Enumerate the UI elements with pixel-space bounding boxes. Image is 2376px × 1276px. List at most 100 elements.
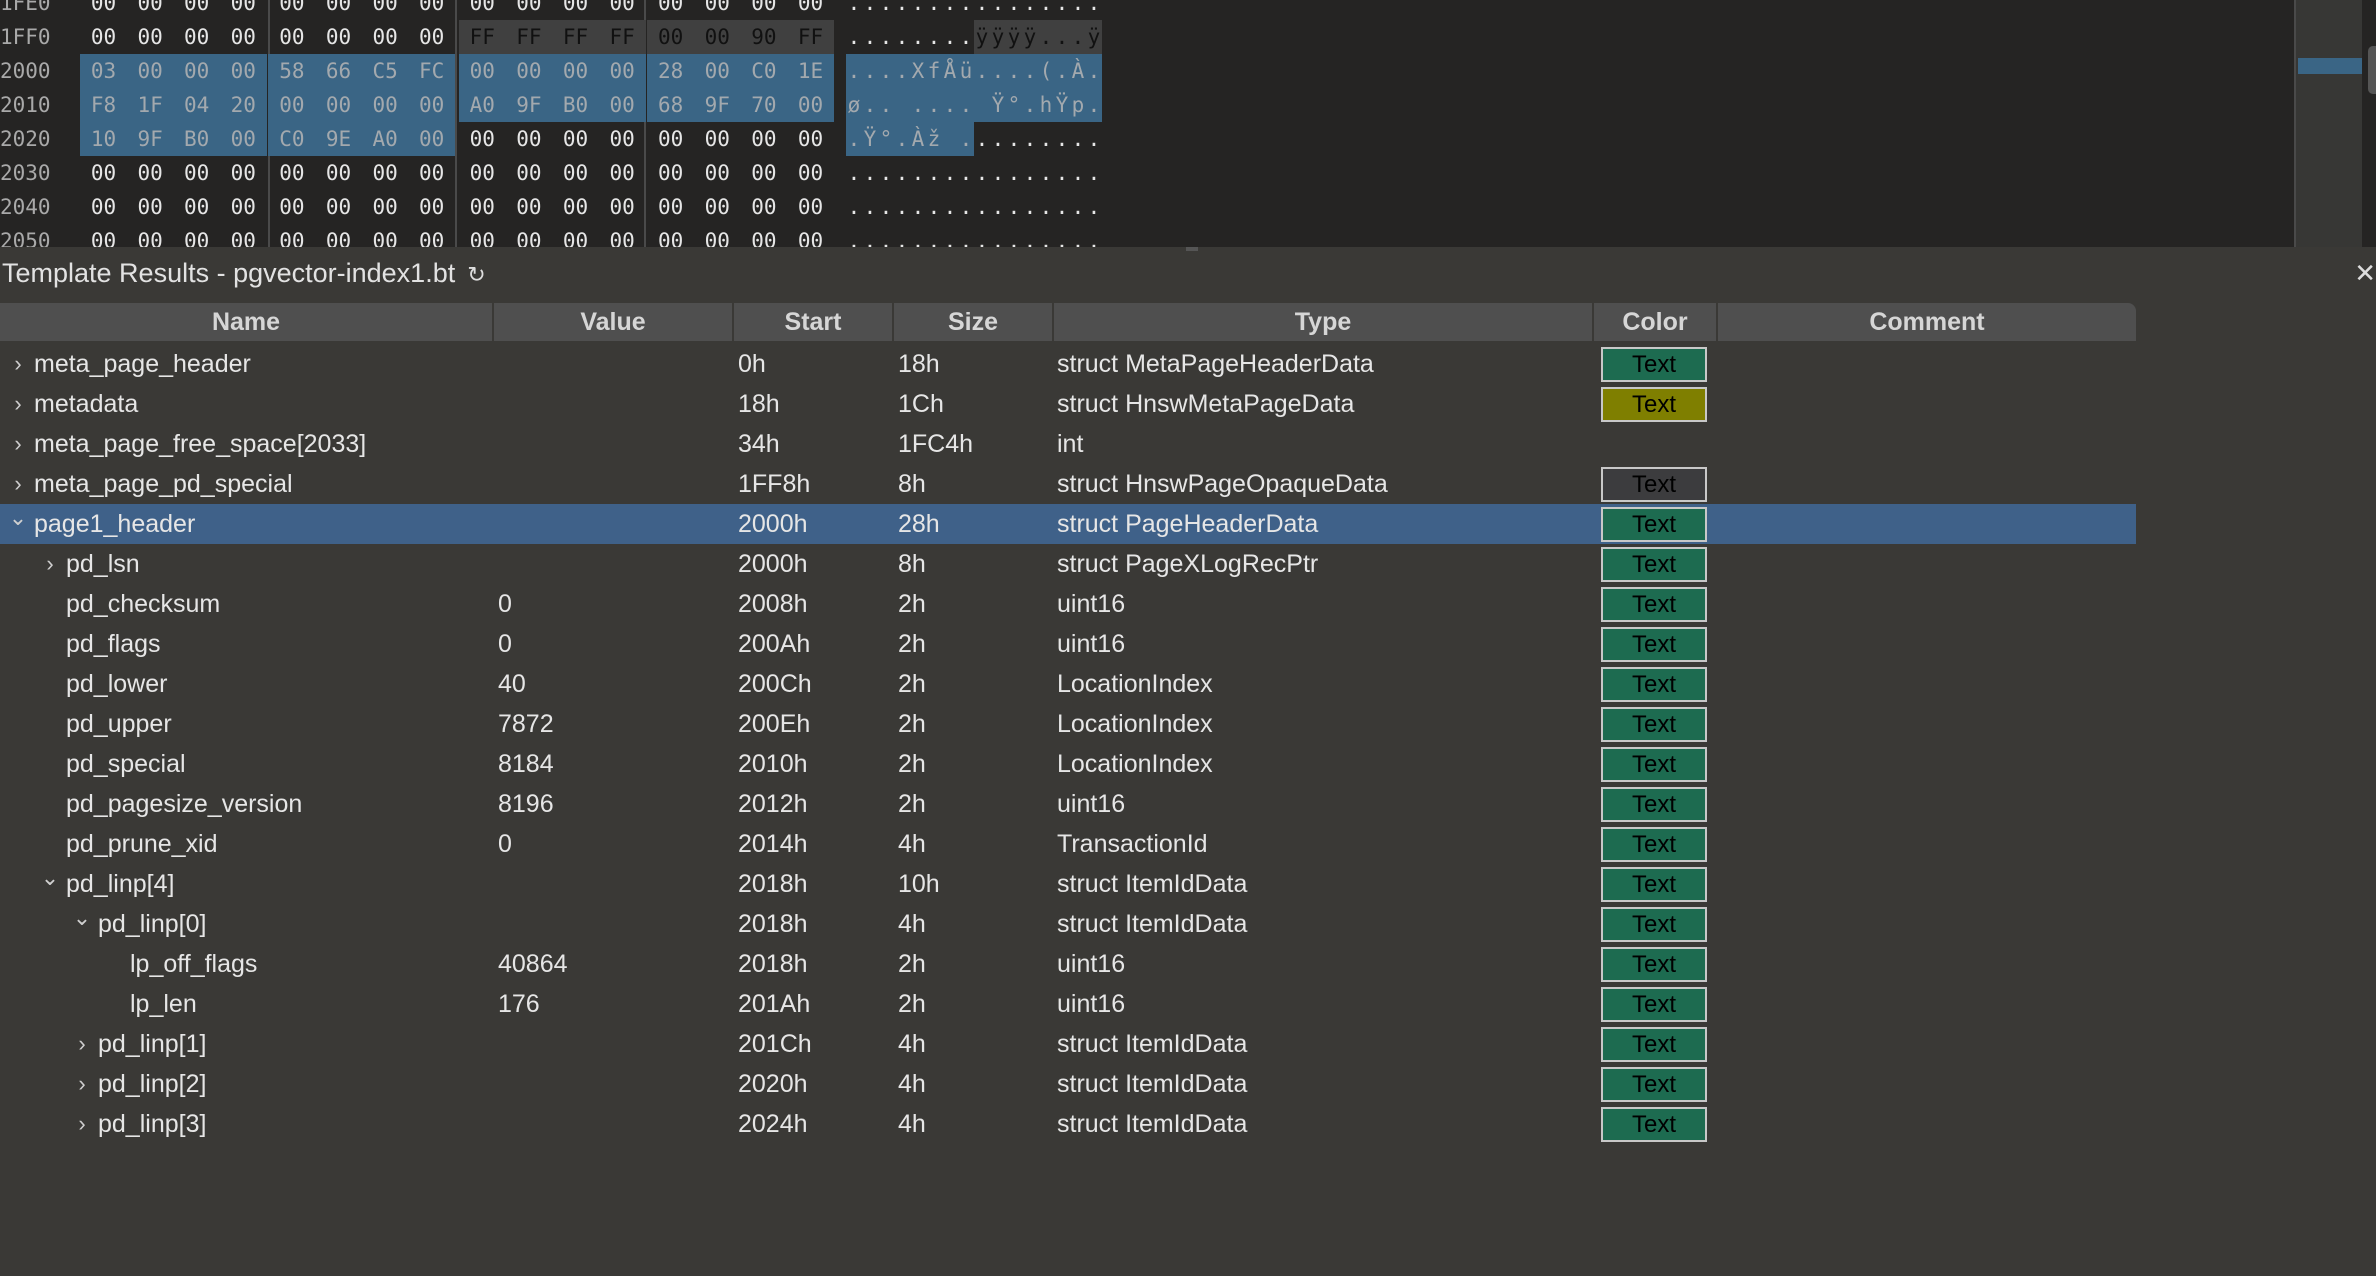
column-header-value[interactable]: Value xyxy=(494,303,734,341)
hex-byte[interactable]: 00 xyxy=(599,224,646,247)
chevron-right-icon[interactable]: › xyxy=(72,1064,92,1104)
ascii-char[interactable]: . xyxy=(910,224,926,247)
ascii-char[interactable]: X xyxy=(910,54,926,88)
ascii-char[interactable]: ÿ xyxy=(990,20,1006,54)
hex-byte[interactable]: 00 xyxy=(173,224,220,247)
ascii-char[interactable]: . xyxy=(1022,190,1038,224)
column-header-name[interactable]: Name xyxy=(0,303,494,341)
ascii-char[interactable]: Å xyxy=(942,54,958,88)
hex-scrollbar-thumb[interactable] xyxy=(2368,46,2376,94)
ascii-char[interactable]: . xyxy=(862,88,878,122)
hex-byte[interactable]: 00 xyxy=(220,20,267,54)
hex-byte[interactable]: FF xyxy=(552,20,599,54)
ascii-char[interactable]: . xyxy=(1086,224,1102,247)
ascii-char[interactable]: ÿ xyxy=(1006,20,1022,54)
ascii-char[interactable]: . xyxy=(894,190,910,224)
hex-byte[interactable]: 66 xyxy=(315,54,362,88)
ascii-char[interactable]: . xyxy=(1054,20,1070,54)
hex-byte[interactable]: 00 xyxy=(552,122,599,156)
column-header-color[interactable]: Color xyxy=(1594,303,1718,341)
ascii-char[interactable]: . xyxy=(894,20,910,54)
ascii-char[interactable]: . xyxy=(926,88,942,122)
ascii-char[interactable]: . xyxy=(974,190,990,224)
ascii-char[interactable]: . xyxy=(1038,20,1054,54)
ascii-char[interactable]: . xyxy=(1022,88,1038,122)
hex-byte[interactable]: 00 xyxy=(315,20,362,54)
table-row[interactable]: › meta_page_pd_special 1FF8h 8h struct HnswP… xyxy=(0,464,2136,504)
ascii-char[interactable]: . xyxy=(1022,0,1038,20)
ascii-char[interactable]: . xyxy=(1006,190,1022,224)
ascii-char[interactable]: . xyxy=(1022,156,1038,190)
ascii-char[interactable]: ÿ xyxy=(1086,20,1102,54)
color-swatch[interactable]: Text xyxy=(1601,547,1707,582)
ascii-char[interactable]: . xyxy=(894,122,910,156)
hex-byte[interactable]: 03 xyxy=(80,54,127,88)
hex-byte[interactable]: 00 xyxy=(505,122,552,156)
hex-row[interactable]: 2010 F8 1F 04 20 00 00 00 00 A0 9F B0 00 68 9F 70 00 ø.. … xyxy=(0,88,1110,122)
ascii-char[interactable]: Ÿ xyxy=(862,122,878,156)
hex-byte[interactable]: 00 xyxy=(787,224,834,247)
ascii-char[interactable]: . xyxy=(1086,0,1102,20)
ascii-char[interactable]: . xyxy=(894,224,910,247)
color-swatch[interactable]: Text xyxy=(1601,707,1707,742)
hex-byte[interactable]: FF xyxy=(458,20,506,54)
ascii-char[interactable]: . xyxy=(1086,156,1102,190)
ascii-char[interactable]: . xyxy=(990,190,1006,224)
hex-byte[interactable]: 00 xyxy=(268,20,315,54)
hex-byte[interactable]: 00 xyxy=(315,224,362,247)
ascii-char[interactable]: . xyxy=(1006,224,1022,247)
ascii-char[interactable]: . xyxy=(878,54,894,88)
ascii-char[interactable]: . xyxy=(878,190,894,224)
ascii-char[interactable]: À xyxy=(1070,54,1086,88)
hex-byte[interactable]: 00 xyxy=(173,190,220,224)
hex-byte[interactable]: 00 xyxy=(740,190,787,224)
hex-byte[interactable]: FF xyxy=(787,20,834,54)
ascii-char[interactable]: . xyxy=(1070,190,1086,224)
hex-byte[interactable]: FF xyxy=(598,20,646,54)
ascii-char[interactable]: . xyxy=(846,224,862,247)
hex-byte[interactable]: 00 xyxy=(268,0,315,20)
hex-byte[interactable]: A0 xyxy=(458,88,506,122)
ascii-char[interactable]: . xyxy=(846,156,862,190)
ascii-char[interactable]: . xyxy=(974,122,990,156)
ascii-char[interactable]: ( xyxy=(1038,54,1054,88)
hex-byte[interactable]: 00 xyxy=(505,156,552,190)
ascii-char[interactable]: . xyxy=(958,224,974,247)
hex-byte[interactable]: 00 xyxy=(598,54,646,88)
ascii-char[interactable]: . xyxy=(1054,224,1070,247)
hex-byte[interactable]: 00 xyxy=(694,122,741,156)
color-swatch[interactable]: Text xyxy=(1601,627,1707,662)
hex-byte[interactable]: 00 xyxy=(505,0,552,20)
hex-byte[interactable]: 00 xyxy=(787,122,834,156)
hex-byte[interactable]: 58 xyxy=(268,54,316,88)
color-swatch[interactable]: Text xyxy=(1601,467,1707,502)
hex-row[interactable]: 2000 03 00 00 00 58 66 C5 FC 00 00 00 00 28 00 C0 1E....… xyxy=(0,54,1110,88)
ascii-char[interactable]: . xyxy=(990,54,1006,88)
table-row[interactable]: › pd_lsn 2000h 8h struct PageXLogRecPtr Text xyxy=(0,544,2136,584)
hex-byte[interactable]: 9F xyxy=(126,122,174,156)
color-swatch[interactable]: Text xyxy=(1601,507,1707,542)
hex-byte[interactable]: 9E xyxy=(315,122,362,156)
color-swatch[interactable]: Text xyxy=(1601,827,1707,862)
hex-byte[interactable]: 00 xyxy=(552,156,599,190)
hex-byte[interactable]: 00 xyxy=(787,0,834,20)
hex-byte[interactable]: 00 xyxy=(127,0,174,20)
color-swatch[interactable]: Text xyxy=(1601,667,1707,702)
ascii-char[interactable]: . xyxy=(990,0,1006,20)
hex-byte[interactable]: 00 xyxy=(220,156,267,190)
ascii-char[interactable]: . xyxy=(942,156,958,190)
table-row[interactable]: › pd_linp[1] 201Ch 4h struct ItemIdData Text xyxy=(0,1024,2136,1064)
hex-byte[interactable]: 00 xyxy=(408,122,456,156)
table-row[interactable]: pd_lower 40 200Ch 2h LocationIndex Text xyxy=(0,664,2136,704)
hex-byte[interactable]: 00 xyxy=(599,190,646,224)
ascii-char[interactable]: . xyxy=(1086,54,1102,88)
hex-byte[interactable]: 00 xyxy=(552,54,599,88)
hex-byte[interactable]: 00 xyxy=(505,190,552,224)
ascii-char[interactable]: . xyxy=(990,122,1006,156)
ascii-char[interactable]: . xyxy=(846,54,862,88)
hex-byte[interactable]: 68 xyxy=(647,88,695,122)
table-row[interactable]: › pd_linp[3] 2024h 4h struct ItemIdData Text xyxy=(0,1104,2136,1144)
hex-byte[interactable]: 00 xyxy=(362,190,409,224)
table-row[interactable]: ⌄ pd_linp[4] 2018h 10h struct ItemIdData Text xyxy=(0,864,2136,904)
hex-byte[interactable]: 00 xyxy=(694,0,741,20)
